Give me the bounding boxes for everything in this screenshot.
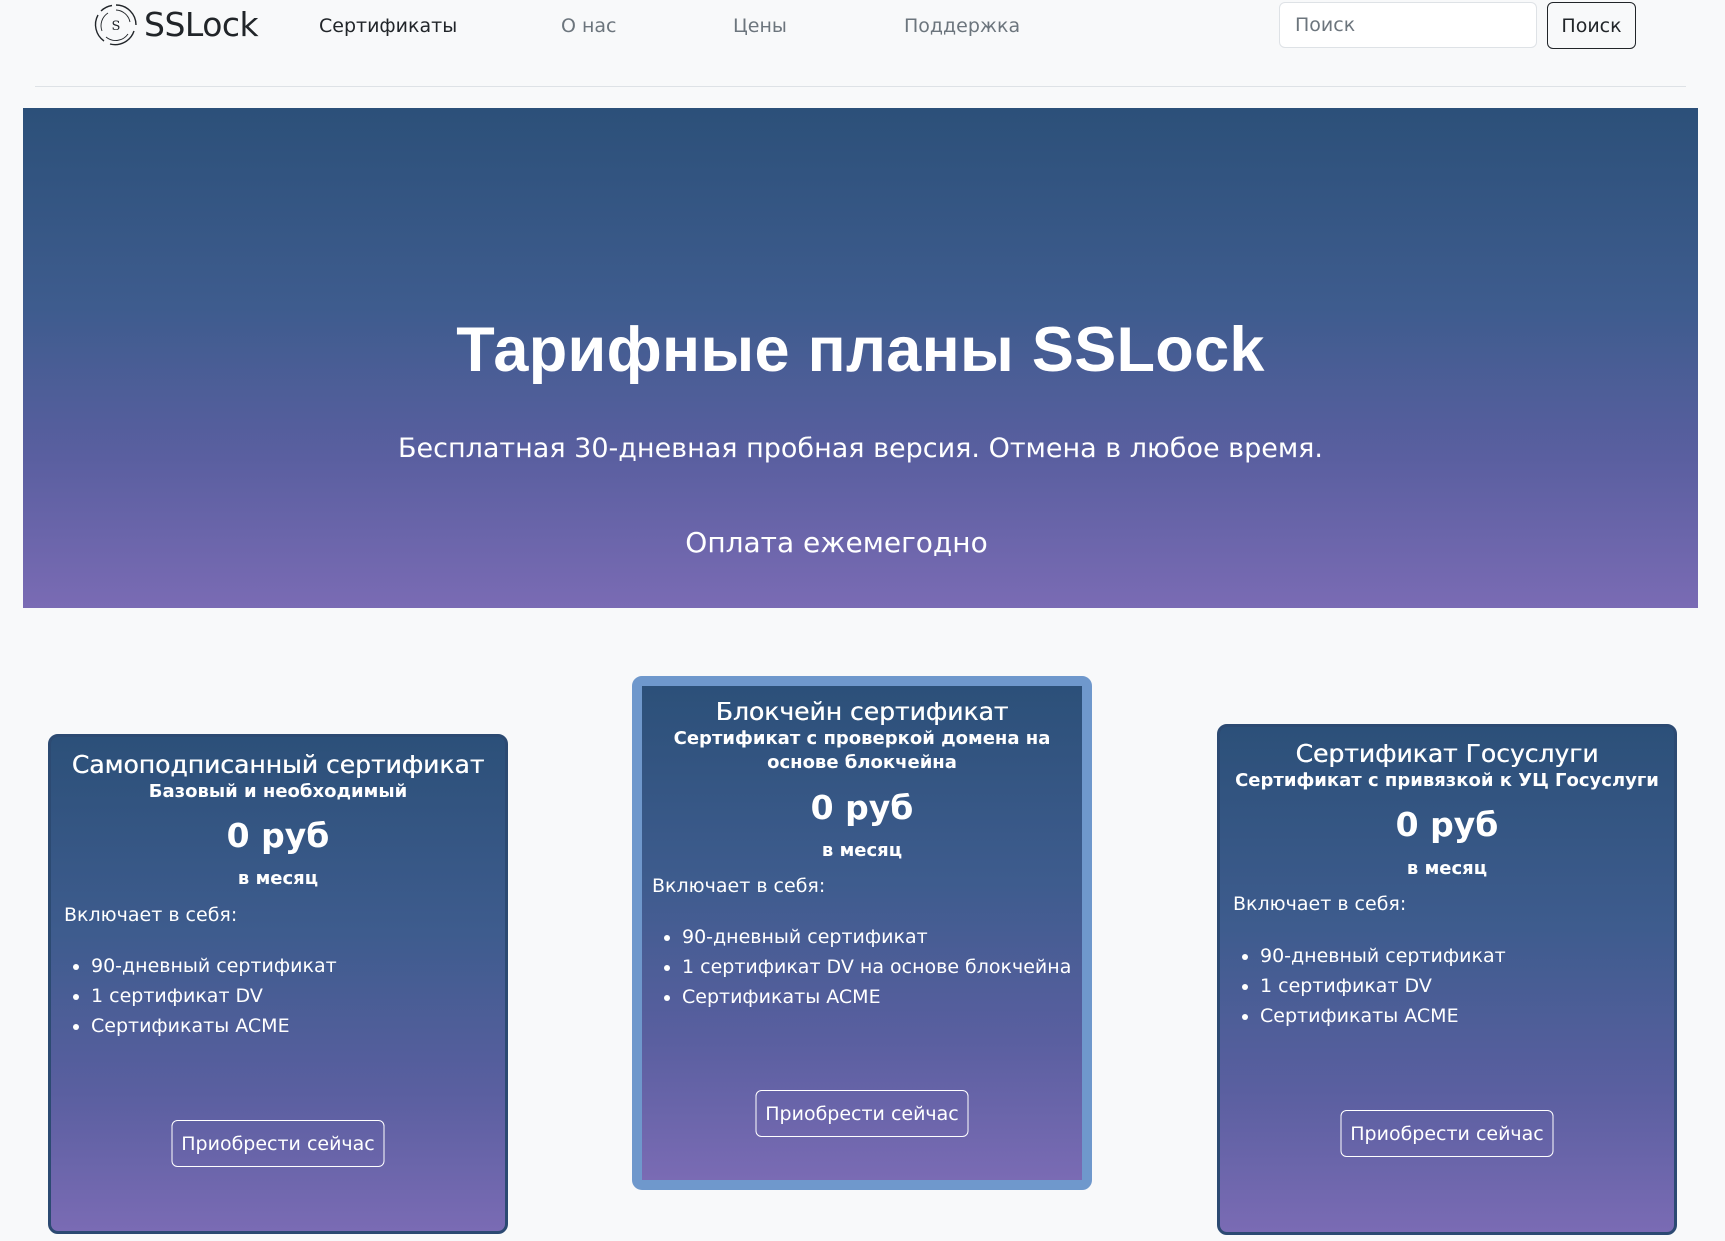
hero-title: Тарифные планы SSLock — [456, 315, 1265, 385]
nav-link-support[interactable]: Поддержка — [904, 12, 1020, 40]
feature-item: Сертификаты ACME — [91, 1011, 505, 1041]
pricing-card-gosuslugi: Сертификат Госуслуги Сертификат с привяз… — [1217, 724, 1677, 1235]
card-subtitle: Сертификат с проверкой домена на основе … — [673, 728, 1051, 773]
navbar: S SSLock Сертификаты О нас Цены Поддержк… — [0, 0, 1725, 88]
nav-link-prices[interactable]: Цены — [733, 12, 787, 40]
pricing-card-self-signed: Самоподписанный сертификат Базовый и нео… — [48, 734, 508, 1234]
card-includes-label: Включает в себя: — [1233, 893, 1407, 915]
sslock-logo-icon: S — [94, 4, 137, 46]
card-includes-label: Включает в себя: — [64, 904, 238, 926]
hero-subtitle: Бесплатная 30-дневная пробная версия. От… — [397, 433, 1324, 464]
card-title: Блокчейн сертификат — [715, 697, 1009, 726]
feature-item: 90-дневный сертификат — [1260, 941, 1674, 971]
card-period: в месяц — [821, 840, 903, 861]
feature-list: 90-дневный сертификат 1 сертификат DV на… — [642, 922, 1082, 1012]
feature-item: 1 сертификат DV на основе блокчейна — [682, 952, 1082, 982]
card-subtitle: Базовый и необходимый — [148, 781, 408, 802]
feature-item: Сертификаты ACME — [1260, 1001, 1674, 1031]
card-title: Самоподписанный сертификат — [71, 750, 485, 779]
brand-link[interactable]: S SSLock — [92, 0, 259, 50]
feature-list: 90-дневный сертификат 1 сертификат DV Се… — [51, 951, 505, 1041]
buy-now-button[interactable]: Приобрести сейчас — [755, 1090, 969, 1137]
search-button[interactable]: Поиск — [1547, 2, 1636, 49]
navbar-divider — [35, 86, 1686, 87]
pricing-card-blockchain: Блокчейн сертификат Сертификат с проверк… — [632, 676, 1092, 1190]
svg-text:S: S — [112, 19, 121, 34]
card-period: в месяц — [237, 868, 319, 889]
card-title: Сертификат Госуслуги — [1295, 739, 1599, 768]
nav-link-certificates[interactable]: Сертификаты — [319, 12, 457, 40]
nav-link-about[interactable]: О нас — [561, 12, 617, 40]
billing-period-label: Оплата ежемегодно — [685, 526, 988, 559]
card-period: в месяц — [1406, 858, 1488, 879]
feature-list: 90-дневный сертификат 1 сертификат DV Се… — [1220, 941, 1674, 1031]
search-input[interactable] — [1279, 2, 1537, 48]
card-price: 0 руб — [226, 816, 330, 855]
card-subtitle: Сертификат с привязкой к УЦ Госуслуги — [1235, 770, 1659, 791]
feature-item: Сертификаты ACME — [682, 982, 1082, 1012]
feature-item: 90-дневный сертификат — [682, 922, 1082, 952]
feature-item: 1 сертификат DV — [91, 981, 505, 1011]
feature-item: 1 сертификат DV — [1260, 971, 1674, 1001]
buy-now-button[interactable]: Приобрести сейчас — [1340, 1110, 1554, 1157]
hero-banner: Тарифные планы SSLock Бесплатная 30-днев… — [23, 108, 1698, 608]
feature-item: 90-дневный сертификат — [91, 951, 505, 981]
brand-name: SSLock — [144, 5, 259, 44]
card-includes-label: Включает в себя: — [652, 875, 826, 897]
buy-now-button[interactable]: Приобрести сейчас — [171, 1120, 385, 1167]
card-price: 0 руб — [1395, 805, 1499, 844]
card-price: 0 руб — [810, 788, 914, 827]
